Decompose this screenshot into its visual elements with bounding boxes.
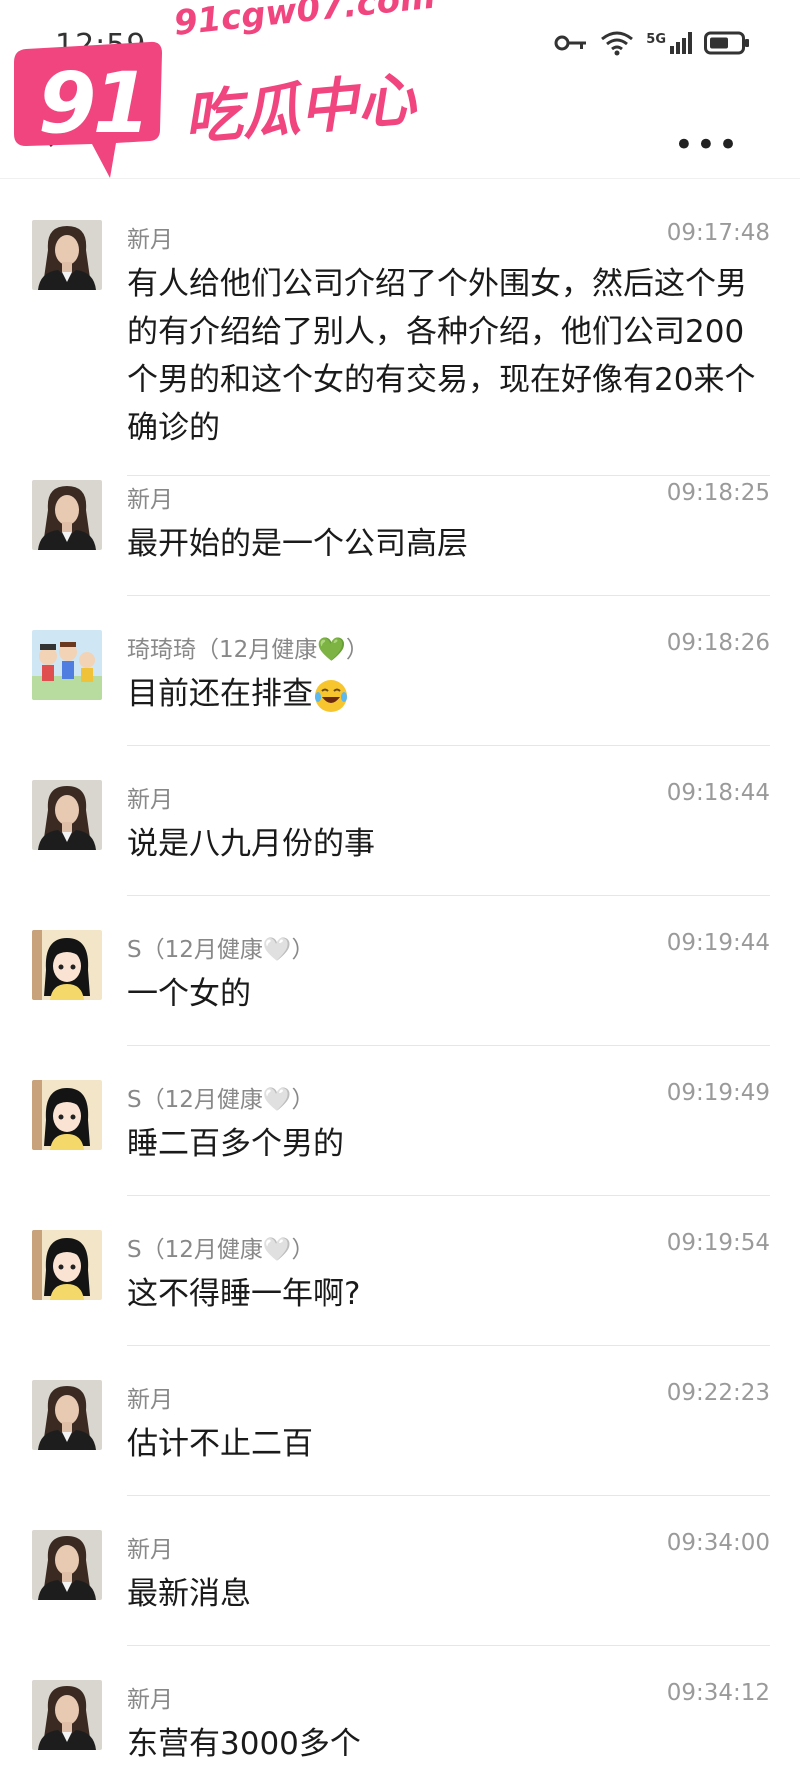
woman-avatar-icon <box>32 480 102 550</box>
woman-avatar-icon <box>32 780 102 850</box>
key-icon <box>554 35 587 51</box>
sender-name: 新月 <box>127 1387 173 1413</box>
chat-message[interactable]: 新月 09:22:23 估计不止二百 <box>0 1380 800 1510</box>
cellular-signal-icon: 5G <box>646 32 692 54</box>
battery-icon <box>704 31 749 55</box>
message-text: 有人给他们公司介绍了个外围女，然后这个男的有介绍给了别人，各种介绍，他们公司20… <box>127 266 756 446</box>
sender-name: 新月 <box>127 487 173 513</box>
chat-message[interactable]: S（12月健康🤍） 09:19:54 这不得睡一年啊? <box>0 1230 800 1360</box>
message-divider <box>127 895 770 896</box>
avatar[interactable] <box>32 1230 102 1300</box>
message-time: 09:17:48 <box>666 220 770 246</box>
message-time: 09:18:44 <box>666 780 770 806</box>
chat-message[interactable]: 新月 09:18:25 最开始的是一个公司高层 <box>0 480 800 610</box>
sender-name: 新月 <box>127 787 173 813</box>
message-divider <box>127 1345 770 1346</box>
sender-name: S（12月健康🤍） <box>127 937 315 963</box>
avatar[interactable] <box>32 1380 102 1450</box>
sender-name: 新月 <box>127 227 173 253</box>
anime-girl-avatar-icon <box>32 1080 102 1150</box>
woman-avatar-icon <box>32 1680 102 1750</box>
more-dots-icon[interactable]: ••• <box>674 125 740 165</box>
chevron-left-icon[interactable] <box>30 110 60 150</box>
message-text: 睡二百多个男的 <box>127 1126 344 1162</box>
message-divider <box>127 1195 770 1196</box>
sender-name: 琦琦琦（12月健康💚） <box>127 637 369 663</box>
message-divider <box>127 475 770 476</box>
message-time: 09:19:54 <box>666 1230 770 1256</box>
message-text: 东营有3000多个 <box>127 1726 361 1762</box>
sender-name: 新月 <box>127 1537 173 1563</box>
chat-message[interactable]: 新月 09:34:00 最新消息 <box>0 1530 800 1660</box>
avatar[interactable] <box>32 930 102 1000</box>
chat-message[interactable]: 琦琦琦（12月健康💚） 09:18:26 目前还在排查 <box>0 630 800 760</box>
message-text: 目前还在排查 <box>127 670 767 718</box>
message-text-content: 目前还在排查 <box>127 676 313 712</box>
message-text: 说是八九月份的事 <box>127 826 375 862</box>
header-divider <box>0 178 800 179</box>
avatar[interactable] <box>32 220 102 290</box>
message-text: 估计不止二百 <box>127 1426 313 1462</box>
sender-name: S（12月健康🤍） <box>127 1237 315 1263</box>
message-time: 09:19:44 <box>666 930 770 956</box>
status-time: 12:59 <box>55 28 147 63</box>
cartoon-group-avatar-icon <box>32 630 102 700</box>
avatar[interactable] <box>32 1080 102 1150</box>
chat-message[interactable]: S（12月健康🤍） 09:19:49 睡二百多个男的 <box>0 1080 800 1210</box>
message-divider <box>127 1645 770 1646</box>
avatar[interactable] <box>32 1530 102 1600</box>
avatar[interactable] <box>32 480 102 550</box>
message-divider <box>127 745 770 746</box>
woman-avatar-icon <box>32 1530 102 1600</box>
network-type: 5G <box>646 32 666 47</box>
chat-message[interactable]: 新月 09:18:44 说是八九月份的事 <box>0 780 800 910</box>
anime-girl-avatar-icon <box>32 1230 102 1300</box>
message-divider <box>127 595 770 596</box>
message-time: 09:34:00 <box>666 1530 770 1556</box>
message-text: 一个女的 <box>127 976 251 1012</box>
message-time: 09:34:12 <box>666 1680 770 1706</box>
status-bar: 12:59 5G <box>0 0 800 90</box>
avatar[interactable] <box>32 1680 102 1750</box>
message-text: 最开始的是一个公司高层 <box>127 526 468 562</box>
message-time: 09:19:49 <box>666 1080 770 1106</box>
message-text: 最新消息 <box>127 1576 251 1612</box>
message-divider <box>127 1045 770 1046</box>
avatar[interactable] <box>32 780 102 850</box>
chat-message[interactable]: 新月 09:17:48 有人给他们公司介绍了个外围女，然后这个男的有介绍给了别人… <box>0 220 800 490</box>
avatar[interactable] <box>32 630 102 700</box>
laughing-tears-emoji-icon <box>315 679 347 712</box>
chat-message[interactable]: S（12月健康🤍） 09:19:44 一个女的 <box>0 930 800 1060</box>
wifi-icon <box>601 31 634 56</box>
anime-girl-avatar-icon <box>32 930 102 1000</box>
message-time: 09:18:26 <box>666 630 770 656</box>
message-divider <box>127 1495 770 1496</box>
status-icons: 5G <box>554 30 750 56</box>
sender-name: S（12月健康🤍） <box>127 1087 315 1113</box>
woman-avatar-icon <box>32 220 102 290</box>
message-text: 这不得睡一年啊? <box>127 1276 361 1312</box>
message-time: 09:22:23 <box>666 1380 770 1406</box>
message-time: 09:18:25 <box>666 480 770 506</box>
chat-message[interactable]: 新月 09:34:12 东营有3000多个 <box>0 1680 800 1787</box>
woman-avatar-icon <box>32 1380 102 1450</box>
sender-name: 新月 <box>127 1687 173 1713</box>
